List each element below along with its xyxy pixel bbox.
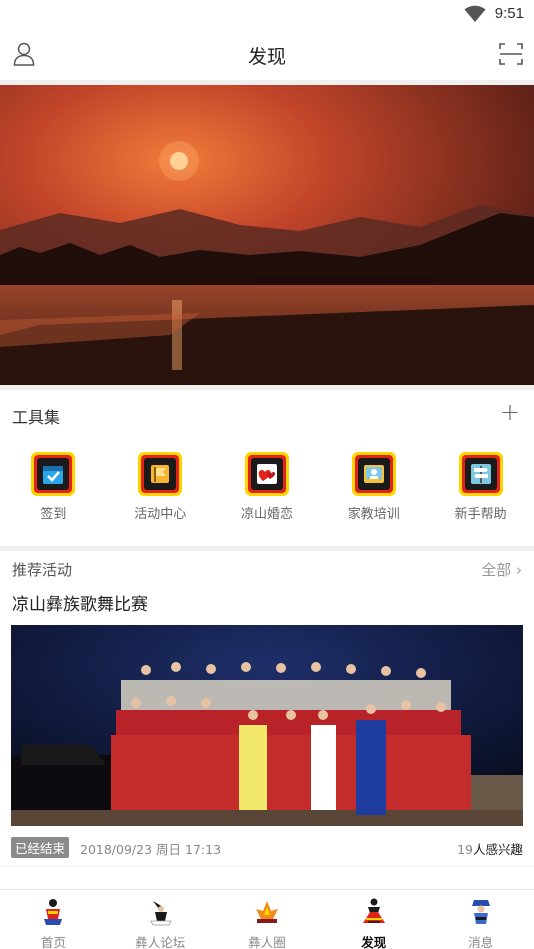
tool-tutoring[interactable]: 家教培训: [320, 452, 427, 532]
hearts-icon: [244, 452, 289, 496]
tab-messages[interactable]: 消息: [427, 890, 534, 949]
recommended-section-header: 推荐活动 全部 ›: [0, 553, 534, 583]
tool-label: 家教培训: [347, 507, 400, 522]
bottom-tab-bar: 首页 彝人论坛 彝人圈 发现 消息: [0, 889, 534, 949]
event-title[interactable]: 凉山彝族歌舞比赛: [12, 590, 148, 615]
tool-label: 活动中心: [134, 507, 187, 522]
divider: [0, 385, 534, 390]
tool-activity-center[interactable]: 活动中心: [107, 452, 214, 532]
discover-dancer-icon: [362, 898, 385, 923]
tool-help[interactable]: 新手帮助: [427, 452, 534, 532]
recommended-section-title: 推荐活动: [12, 561, 73, 579]
add-tool-button[interactable]: +: [500, 398, 520, 426]
scan-icon[interactable]: [499, 42, 523, 66]
top-nav-bar: 发现: [0, 30, 534, 80]
tab-forum[interactable]: 彝人论坛: [107, 890, 214, 949]
tools-section-title: 工具集: [12, 408, 61, 427]
event-interest: 19人感兴趣: [457, 839, 523, 858]
tab-label: 彝人圈: [248, 935, 286, 949]
event-meta: 已经结束 2018/09/23 周日 17:13 19人感兴趣: [11, 836, 523, 858]
event-datetime: 2018/09/23 周日 17:13: [80, 842, 222, 857]
activity-flag-icon: [138, 452, 183, 496]
signpost-icon: [458, 452, 503, 496]
tool-label: 新手帮助: [454, 507, 507, 522]
banner-image[interactable]: [0, 85, 534, 385]
tools-grid: 签到 活动中心 凉山婚恋 家教培训 新手帮助: [0, 452, 534, 532]
tool-checkin[interactable]: 签到: [0, 452, 107, 532]
tab-discover[interactable]: 发现: [320, 890, 427, 949]
forum-figure-icon: [150, 901, 172, 926]
tutoring-board-icon: [351, 452, 396, 496]
tab-label: 彝人论坛: [135, 935, 186, 949]
circle-fire-icon: [255, 901, 278, 923]
tab-label: 首页: [40, 935, 66, 949]
tool-label: 凉山婚恋: [240, 507, 293, 522]
event-status-badge: 已经结束: [11, 837, 70, 858]
interest-count: 19: [457, 842, 473, 857]
choir-rows: [111, 680, 471, 815]
chevron-right-icon: ›: [511, 561, 522, 579]
status-bar: 9:51: [0, 0, 534, 30]
divider: [0, 546, 534, 551]
tool-dating[interactable]: 凉山婚恋: [214, 452, 321, 532]
interest-suffix: 人感兴趣: [472, 842, 523, 857]
home-figure-icon: [44, 899, 63, 925]
divider: [0, 866, 534, 867]
choir-stage-illustration: [11, 625, 523, 826]
view-all-link[interactable]: 全部 ›: [481, 559, 522, 580]
tab-circle[interactable]: 彝人圈: [214, 890, 321, 949]
tab-home[interactable]: 首页: [0, 890, 107, 949]
message-figure-icon: [471, 900, 490, 924]
tab-label: 发现: [361, 935, 387, 949]
status-time: 9:51: [494, 5, 524, 22]
wifi-icon: [464, 5, 486, 22]
tools-section-header: 工具集 +: [0, 392, 534, 434]
sunset-lake-illustration: [0, 85, 534, 385]
checkin-calendar-icon: [31, 452, 76, 496]
tab-label: 消息: [468, 935, 494, 949]
tool-label: 签到: [40, 507, 67, 522]
page-title: 发现: [247, 46, 286, 68]
event-photo[interactable]: [11, 625, 523, 826]
